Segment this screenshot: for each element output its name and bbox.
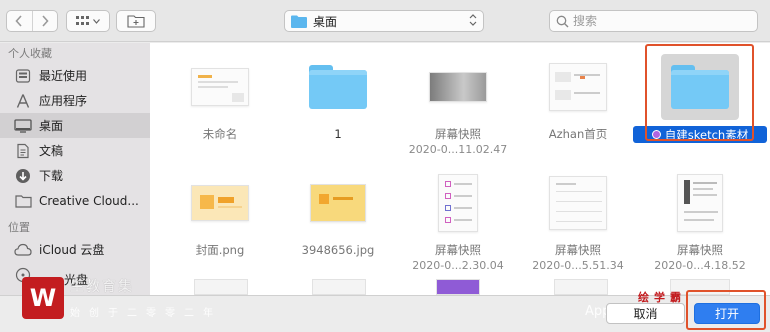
sidebar: 个人收藏 最近使用 应用程序 桌面 文稿 下载 Creative Cloud..: [0, 43, 150, 295]
back-button[interactable]: [7, 11, 32, 31]
documents-icon: [14, 143, 32, 159]
chevron-down-icon: [93, 18, 100, 24]
folder-thumbnail: [278, 51, 398, 123]
sidebar-item-label: 桌面: [39, 119, 64, 133]
sidebar-item-label: Creative Cloud...: [39, 193, 139, 208]
file-item[interactable]: 未命名: [160, 51, 280, 159]
search-icon: [556, 15, 569, 27]
search-input[interactable]: [573, 14, 743, 28]
folder-icon: [309, 65, 367, 109]
sidebar-item-label: 应用程序: [39, 94, 88, 108]
file-item[interactable]: 屏幕快照 2020-0...2.30.04: [398, 167, 518, 275]
file-name: 屏幕快照: [555, 243, 601, 257]
highlight-box-selected-folder: [645, 44, 754, 141]
sidebar-item-label: iCloud 云盘: [39, 243, 105, 257]
sidebar-item-icloud[interactable]: iCloud 云盘: [0, 237, 150, 262]
cancel-button[interactable]: 取消: [606, 303, 685, 324]
file-item[interactable]: Azhan首页: [518, 51, 638, 159]
new-folder-button[interactable]: [116, 10, 156, 32]
applications-icon: [14, 93, 32, 109]
file-thumbnail: [518, 167, 638, 239]
watermark-slogan: 始创于二零零二年: [70, 308, 222, 319]
file-name: 屏幕快照: [435, 243, 481, 257]
location-label: 桌面: [313, 14, 338, 29]
file-thumbnail: [640, 167, 760, 239]
file-thumbnail-partial: [436, 279, 480, 295]
watermark-logo: W: [22, 277, 64, 319]
file-thumbnail-partial: [554, 279, 608, 295]
forward-button[interactable]: [31, 11, 58, 31]
file-thumbnail: [278, 167, 398, 239]
search-box[interactable]: [549, 10, 758, 32]
favorites-section-title: 个人收藏: [8, 47, 52, 60]
file-thumbnail-partial: [312, 279, 366, 295]
locations-section-title: 位置: [8, 221, 30, 234]
chevron-left-icon: [15, 15, 22, 27]
sidebar-item-downloads[interactable]: 下载: [0, 163, 150, 188]
file-item[interactable]: 屏幕快照 2020-0...11.02.47: [398, 51, 518, 159]
sidebar-item-applications[interactable]: 应用程序: [0, 88, 150, 113]
chevron-right-icon: [42, 15, 49, 27]
desktop-icon: [14, 118, 32, 134]
file-thumbnail: [160, 51, 280, 123]
file-thumbnail: [398, 51, 518, 123]
highlight-box-open-button: [686, 290, 766, 330]
navigation-buttons: [6, 10, 58, 32]
updown-chevron-icon: [469, 13, 477, 29]
toolbar: 桌面: [0, 0, 770, 42]
location-dropdown[interactable]: 桌面: [284, 10, 484, 32]
view-options-button[interactable]: [66, 10, 110, 32]
file-name: 屏幕快照: [435, 127, 481, 141]
file-name: 1: [334, 127, 342, 141]
file-thumbnail-partial: [194, 279, 248, 295]
sidebar-item-documents[interactable]: 文稿: [0, 138, 150, 163]
file-date: 2020-0...4.18.52: [654, 259, 746, 272]
file-thumbnail: [398, 167, 518, 239]
file-name: Azhan首页: [548, 127, 608, 141]
file-item[interactable]: 3948656.jpg: [278, 167, 398, 275]
downloads-icon: [14, 168, 32, 184]
file-thumbnail: [518, 51, 638, 123]
file-name: 未命名: [202, 127, 238, 141]
file-name: 封面.png: [195, 243, 245, 257]
file-date: 2020-0...2.30.04: [412, 259, 504, 272]
folder-icon: [291, 15, 307, 28]
file-name: 屏幕快照: [677, 243, 723, 257]
folder-item[interactable]: 1: [278, 51, 398, 159]
file-name: 3948656.jpg: [301, 243, 375, 257]
file-item[interactable]: 屏幕快照 2020-0...4.18.52: [640, 167, 760, 275]
sidebar-item-label: 文稿: [39, 144, 64, 158]
file-date: 2020-0...11.02.47: [408, 143, 508, 156]
cloud-icon: [14, 242, 32, 258]
sidebar-item-desktop[interactable]: 桌面: [0, 113, 150, 138]
recents-icon: [14, 68, 32, 84]
sidebar-item-label: 下载: [39, 169, 64, 183]
file-thumbnail: [160, 167, 280, 239]
watermark-title: 生教育集: [70, 279, 134, 295]
sidebar-item-label: 最近使用: [39, 69, 88, 83]
file-item[interactable]: 屏幕快照 2020-0...5.51.34: [518, 167, 638, 275]
sidebar-item-recents[interactable]: 最近使用: [0, 63, 150, 88]
file-date: 2020-0...5.51.34: [532, 259, 624, 272]
file-item[interactable]: 封面.png: [160, 167, 280, 275]
grid-view-icon: [76, 16, 89, 25]
folder-icon: [14, 193, 32, 209]
new-folder-icon: [127, 15, 145, 28]
sidebar-item-creative-cloud[interactable]: Creative Cloud...: [0, 188, 150, 213]
